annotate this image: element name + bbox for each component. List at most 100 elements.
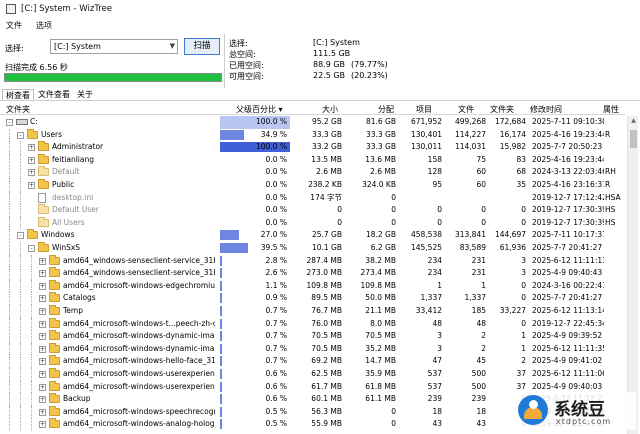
col-files[interactable]: 文件 <box>458 104 474 115</box>
row-items: 3 <box>437 331 442 341</box>
table-row[interactable]: - Users 34.9 % 33.3 GB 33.3 GB 130,401 114,227… <box>0 128 626 142</box>
collapse-icon[interactable]: - <box>6 119 13 126</box>
menu-file[interactable]: 文件 <box>4 20 24 31</box>
scan-button[interactable]: 扫描 <box>184 38 220 55</box>
row-items: 130,011 <box>410 142 442 152</box>
expand-icon[interactable]: + <box>28 182 35 189</box>
row-name-cell: + amd64_microsoft-windows-t...peech-zh-cn… <box>0 317 215 331</box>
drive-select[interactable]: [C:] System ▼ <box>50 39 178 54</box>
expand-icon[interactable]: + <box>39 320 46 328</box>
expand-icon[interactable]: + <box>39 383 46 391</box>
menu-options[interactable]: 选项 <box>34 20 54 31</box>
row-items: 537 <box>427 369 442 378</box>
row-modified: 2024-3-13 22:03:46 <box>532 167 604 177</box>
expand-icon[interactable]: + <box>39 295 46 303</box>
table-header: 文件夹 父级百分比 ▾ 大小 分配 项目 文件 文件夹 修改时间 属性 <box>0 103 626 115</box>
table-row[interactable]: Default User 0.0 % 0 0 0 0 0 2019-12-7 17:30:39… <box>0 204 626 217</box>
row-folders: 1 <box>521 331 526 341</box>
row-name-cell: + amd64_microsoft-windows-userexperience-… <box>0 368 215 381</box>
expand-icon[interactable]: + <box>39 308 46 315</box>
view-tabs: 树查看 文件查看 关于 <box>0 89 640 101</box>
col-allocated[interactable]: 分配 <box>378 104 394 115</box>
expand-icon[interactable]: + <box>39 371 46 378</box>
row-pct-cell: 0.6 % <box>220 381 290 394</box>
row-pct: 0.7 % <box>265 306 287 315</box>
expand-icon[interactable]: + <box>28 144 35 152</box>
tree-guide-line <box>31 292 32 305</box>
pct-bar <box>220 306 222 316</box>
expand-icon[interactable]: + <box>39 408 46 416</box>
table-row[interactable]: - WinSxS 39.5 % 10.1 GB 6.2 GB 145,525 83,589 6… <box>0 242 626 255</box>
row-files: 18 <box>476 406 486 416</box>
expand-icon[interactable]: + <box>28 156 35 164</box>
table-row[interactable]: + amd64_microsoft-windows-hello-face_31bf… <box>0 355 626 368</box>
table-row[interactable]: + Catalogs 0.9 % 89.5 MB 50.0 MB 1,337 1,337 0 2… <box>0 292 626 305</box>
col-folders[interactable]: 文件夹 <box>490 104 514 115</box>
scroll-thumb[interactable] <box>630 130 637 148</box>
pct-bar <box>220 381 222 392</box>
table-row[interactable]: - Windows 27.0 % 25.7 GB 18.2 GB 458,538 313,8… <box>0 229 626 242</box>
tab-file-view[interactable]: 文件查看 <box>35 89 73 100</box>
collapse-icon[interactable]: - <box>17 232 24 240</box>
table-row[interactable]: + amd64_microsoft-windows-dynamic-image_3… <box>0 330 626 343</box>
table-row[interactable]: + Administrator 100.0 % 33.2 GB 33.3 GB 130,0… <box>0 141 626 154</box>
col-items[interactable]: 项目 <box>416 104 432 115</box>
row-size: 76.0 MB <box>311 318 342 328</box>
table-row[interactable]: + amd64_windows-senseclient-service_31bf3… <box>0 267 626 280</box>
table-row[interactable]: + amd64_microsoft-windows-dynamic-image_3… <box>0 342 626 356</box>
row-size: 70.5 MB <box>311 343 342 353</box>
row-pct-cell: 0.0 % <box>220 204 290 217</box>
col-modified[interactable]: 修改时间 <box>530 104 562 115</box>
row-allocated: 35.9 MB <box>365 369 396 378</box>
row-files: 83,589 <box>459 243 486 252</box>
scroll-up-icon[interactable]: ▲ <box>628 116 639 126</box>
folder-icon <box>49 368 60 378</box>
table-row[interactable]: + Default 0.0 % 2.6 MB 2.6 MB 128 60 68 2024-3-1… <box>0 166 626 179</box>
col-attributes[interactable]: 属性 <box>603 104 619 115</box>
expand-icon[interactable]: + <box>39 421 46 429</box>
expand-icon[interactable]: + <box>28 169 35 177</box>
expand-icon[interactable]: + <box>39 396 46 404</box>
tree-guide-line <box>20 216 21 230</box>
collapse-icon[interactable]: - <box>28 245 35 252</box>
scan-progress-bar <box>4 73 222 82</box>
table-row[interactable]: + amd64_microsoft-windows-edgechromium_31… <box>0 279 626 293</box>
row-folders: 3 <box>521 268 526 278</box>
table-row[interactable]: + feitianliang 0.0 % 13.5 MB 13.6 MB 158 75 83 2… <box>0 153 626 167</box>
col-parent-pct[interactable]: 父级百分比 ▾ <box>236 104 283 115</box>
tree-guide-line <box>20 368 21 381</box>
tree-guide-line <box>31 368 32 381</box>
expand-icon[interactable]: + <box>39 257 46 265</box>
row-pct: 0.0 % <box>265 205 287 215</box>
table-row[interactable]: + amd64_windows-senseclient-service_31bf3… <box>0 254 626 268</box>
table-row[interactable]: + amd64_microsoft-windows-userexperience-… <box>0 368 626 381</box>
row-attributes <box>603 343 625 356</box>
table-row[interactable]: + Public 0.0 % 238.2 KB 324.0 KB 95 60 35 2025-4… <box>0 179 626 192</box>
tab-about[interactable]: 关于 <box>74 89 96 100</box>
table-row[interactable]: - C: 100.0 % 95.2 GB 81.6 GB 671,952 499,268 17… <box>0 116 626 129</box>
col-size[interactable]: 大小 <box>322 104 338 115</box>
vertical-scrollbar[interactable]: ▲ <box>627 116 638 434</box>
row-name: Default <box>52 167 80 177</box>
row-files: 499,268 <box>454 117 486 126</box>
collapse-icon[interactable]: - <box>17 131 24 139</box>
expand-icon[interactable]: + <box>39 358 46 366</box>
table-row[interactable]: + Temp 0.7 % 76.7 MB 21.1 MB 33,412 185 33,227 2… <box>0 305 626 318</box>
table-row[interactable]: + amd64_microsoft-windows-t...peech-zh-cn… <box>0 317 626 331</box>
col-folder[interactable]: 文件夹 <box>6 104 30 115</box>
watermark-url: xtdptc.com <box>556 417 612 426</box>
tree-guide-line <box>9 153 10 167</box>
tree-guide-line <box>9 216 10 230</box>
table-row[interactable]: All Users 0.0 % 0 0 0 0 0 2019-12-7 17:30:39 HS <box>0 216 626 230</box>
tree-guide-line <box>31 355 32 368</box>
expand-icon[interactable]: + <box>39 345 46 353</box>
row-allocated: 8.0 MB <box>370 318 396 328</box>
expand-icon[interactable]: + <box>39 270 46 278</box>
row-allocated: 0 <box>391 205 396 215</box>
row-pct-cell: 0.6 % <box>220 368 290 381</box>
tab-tree-view[interactable]: 树查看 <box>2 89 34 100</box>
expand-icon[interactable]: + <box>39 333 46 341</box>
tree-guide-line <box>31 342 32 356</box>
expand-icon[interactable]: + <box>39 282 46 290</box>
table-row[interactable]: desktop.ini 0.0 % 174 字节 0 2019-12-7 17:12:4… <box>0 191 626 205</box>
